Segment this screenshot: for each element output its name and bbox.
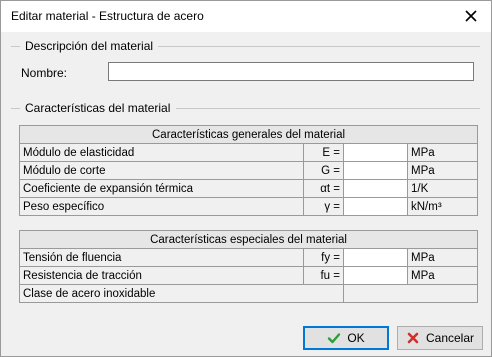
- table-row: Tensión de fluencia fy = MPa: [19, 248, 479, 267]
- title-bar: Editar material - Estructura de acero: [1, 1, 491, 32]
- table-header-row: Características especiales del material: [18, 230, 479, 249]
- row-unit: kN/m³: [406, 197, 479, 216]
- cancel-button-label: Cancelar: [425, 331, 475, 345]
- stainless-class-value: [342, 284, 479, 303]
- elastic-modulus-input[interactable]: [343, 143, 408, 162]
- thermal-expansion-input[interactable]: [343, 179, 408, 198]
- table-row: Módulo de elasticidad E = MPa: [19, 143, 479, 162]
- table-header-row: Características generales del material: [18, 125, 479, 144]
- row-label: Coeficiente de expansión térmica: [19, 179, 304, 198]
- tensile-strength-input[interactable]: [343, 266, 408, 285]
- group-divider: [176, 108, 480, 109]
- row-symbol: G =: [303, 161, 344, 180]
- general-characteristics-table: Características generales del material M…: [18, 125, 479, 216]
- characteristics-group-title: Características del material: [25, 101, 171, 115]
- table-row: Módulo de corte G = MPa: [19, 161, 479, 180]
- check-icon: [328, 333, 341, 344]
- name-input[interactable]: [108, 62, 474, 81]
- table-row: Resistencia de tracción fu = MPa: [19, 266, 479, 285]
- specific-weight-input[interactable]: [343, 197, 408, 216]
- group-divider: [11, 108, 20, 109]
- window-title: Editar material - Estructura de acero: [11, 9, 204, 23]
- row-unit: MPa: [406, 248, 479, 267]
- row-unit: 1/K: [406, 179, 479, 198]
- x-icon: [407, 332, 419, 344]
- table-row: Peso específico γ = kN/m³: [19, 197, 479, 216]
- description-group-title: Descripción del material: [25, 39, 154, 53]
- row-unit: MPa: [406, 161, 479, 180]
- yield-stress-input[interactable]: [343, 248, 408, 267]
- row-label: Tensión de fluencia: [19, 248, 304, 267]
- group-divider: [11, 46, 20, 47]
- row-symbol: fu =: [303, 266, 344, 285]
- dialog-window: Editar material - Estructura de acero De…: [0, 0, 492, 357]
- ok-button[interactable]: OK: [303, 326, 389, 350]
- row-symbol: γ =: [303, 197, 344, 216]
- shear-modulus-input[interactable]: [343, 161, 408, 180]
- row-unit: MPa: [406, 266, 479, 285]
- row-symbol: αt =: [303, 179, 344, 198]
- table-row: Clase de acero inoxidable: [19, 284, 479, 303]
- table-row: Coeficiente de expansión térmica αt = 1/…: [19, 179, 479, 198]
- row-label: Módulo de corte: [19, 161, 304, 180]
- row-label: Clase de acero inoxidable: [19, 284, 344, 303]
- row-symbol: fy =: [303, 248, 344, 267]
- group-divider: [158, 46, 480, 47]
- row-label: Módulo de elasticidad: [19, 143, 304, 162]
- cancel-button[interactable]: Cancelar: [397, 326, 483, 350]
- row-label: Resistencia de tracción: [19, 266, 304, 285]
- ok-button-label: OK: [347, 331, 365, 345]
- row-symbol: E =: [303, 143, 344, 162]
- row-label: Peso específico: [19, 197, 304, 216]
- row-unit: MPa: [406, 143, 479, 162]
- special-characteristics-table: Características especiales del material …: [18, 230, 479, 303]
- name-label: Nombre:: [21, 66, 68, 80]
- close-icon[interactable]: [461, 6, 481, 26]
- general-table-header: Características generales del material: [18, 125, 479, 144]
- special-table-header: Características especiales del material: [18, 230, 479, 249]
